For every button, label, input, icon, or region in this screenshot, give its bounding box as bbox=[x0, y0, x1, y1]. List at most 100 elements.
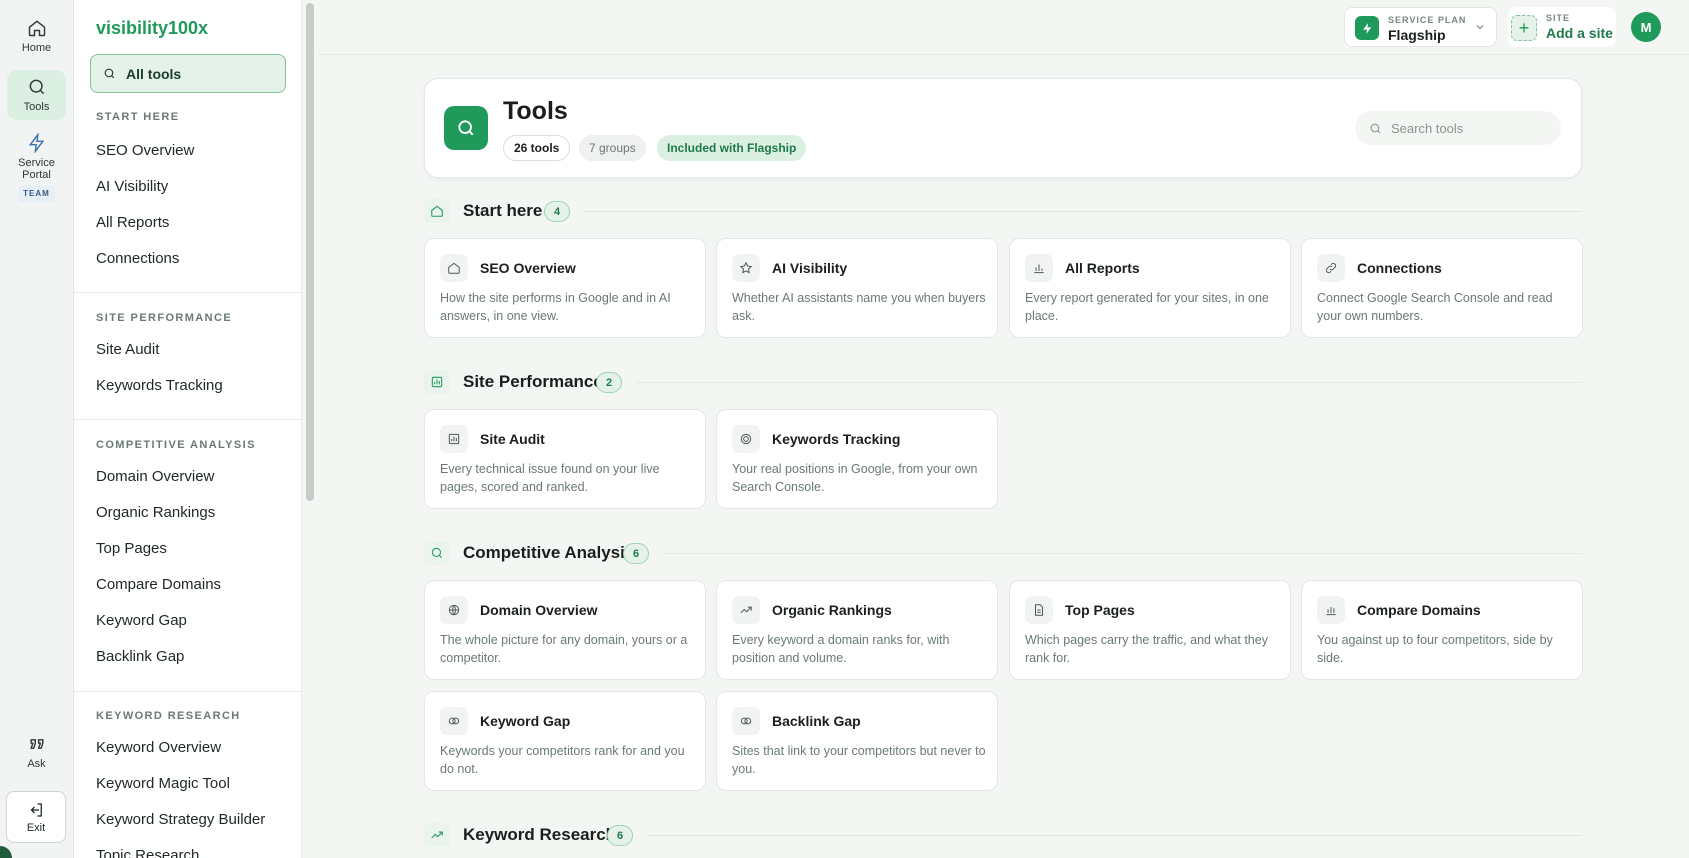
tools-count-chip: 26 tools bbox=[503, 135, 571, 161]
tool-card-top-pages[interactable]: Top Pages Which pages carry the traffic,… bbox=[1009, 580, 1291, 680]
sidebar-scrollbar-thumb[interactable] bbox=[306, 3, 314, 501]
search-icon bbox=[29, 79, 44, 95]
sidebar-item-ai-visibility[interactable]: AI Visibility bbox=[96, 178, 168, 195]
user-avatar[interactable]: M bbox=[1631, 12, 1661, 42]
sidebar-divider bbox=[74, 419, 301, 420]
sidebar-item-organic-rankings[interactable]: Organic Rankings bbox=[96, 504, 215, 521]
sidebar-item-all-reports[interactable]: All Reports bbox=[96, 214, 169, 231]
sidebar-item-top-pages[interactable]: Top Pages bbox=[96, 540, 167, 557]
tool-card-title: Keyword Gap bbox=[480, 713, 571, 729]
sidebar-item-keywords-tracking[interactable]: Keywords Tracking bbox=[96, 377, 223, 394]
sidebar-item-backlink-gap[interactable]: Backlink Gap bbox=[96, 648, 184, 665]
exit-label: Exit bbox=[26, 821, 46, 834]
rail-tools[interactable]: Tools bbox=[7, 70, 66, 120]
tool-card-domain-overview[interactable]: Domain Overview The whole picture for an… bbox=[424, 580, 706, 680]
brand-logo[interactable]: visibility100x bbox=[96, 18, 208, 39]
service-plan-selector[interactable]: SERVICE PLAN Flagship bbox=[1344, 7, 1497, 47]
sidebar-section-competitive-analysis: COMPETITIVE ANALYSIS bbox=[96, 439, 256, 451]
tool-card-site-audit[interactable]: Site Audit Every technical issue found o… bbox=[424, 409, 706, 509]
search-placeholder: Search tools bbox=[1391, 120, 1464, 136]
trend-icon bbox=[424, 823, 450, 847]
overlap-icon bbox=[440, 707, 468, 735]
sidebar-item-connections[interactable]: Connections bbox=[96, 250, 179, 267]
exit-icon bbox=[30, 802, 42, 817]
sidebar-divider bbox=[74, 691, 301, 692]
group-start-here: Start here 4 bbox=[424, 197, 1582, 225]
add-site-button[interactable]: + SITE Add a site bbox=[1508, 7, 1616, 47]
rail-service-label-2: Portal bbox=[22, 169, 51, 181]
sidebar-item-keyword-gap[interactable]: Keyword Gap bbox=[96, 612, 187, 629]
group-competitive-analysis: Competitive Analysis 6 bbox=[424, 539, 1582, 567]
tool-card-ai-visibility[interactable]: AI Visibility Whether AI assistants name… bbox=[716, 238, 998, 338]
tool-card-title: Backlink Gap bbox=[772, 713, 861, 729]
link-icon bbox=[1317, 254, 1345, 282]
tool-card-description: You against up to four competitors, side… bbox=[1317, 633, 1553, 665]
sidebar-item-seo-overview[interactable]: SEO Overview bbox=[96, 142, 194, 159]
group-divider bbox=[647, 835, 1582, 836]
tools-header-card: Tools 26 tools 7 groups Included with Fl… bbox=[424, 78, 1582, 178]
tool-card-description: Every technical issue found on your live… bbox=[440, 462, 660, 494]
group-count-badge: 6 bbox=[623, 543, 649, 564]
tool-card-description: How the site performs in Google and in A… bbox=[440, 291, 671, 323]
sidebar-item-keyword-magic-tool[interactable]: Keyword Magic Tool bbox=[96, 775, 230, 792]
tool-card-organic-rankings[interactable]: Organic Rankings Every keyword a domain … bbox=[716, 580, 998, 680]
search-icon bbox=[444, 106, 488, 150]
tool-card-backlink-gap[interactable]: Backlink Gap Sites that link to your com… bbox=[716, 691, 998, 791]
tool-card-keyword-gap[interactable]: Keyword Gap Keywords your competitors ra… bbox=[424, 691, 706, 791]
tool-card-title: Domain Overview bbox=[480, 602, 598, 618]
chevron-down-icon bbox=[1476, 25, 1484, 30]
sidebar-item-site-audit[interactable]: Site Audit bbox=[96, 341, 159, 358]
rail-service-portal[interactable]: Service Portal TEAM bbox=[7, 133, 66, 207]
tool-card-title: Keywords Tracking bbox=[772, 431, 901, 447]
rail-tools-label: Tools bbox=[23, 101, 50, 113]
group-title: Competitive Analysis bbox=[463, 543, 635, 562]
all-tools-button[interactable]: All tools bbox=[90, 54, 286, 93]
tool-card-title: Compare Domains bbox=[1357, 602, 1481, 618]
add-site-label: Add a site bbox=[1546, 25, 1613, 41]
compare-icon bbox=[1317, 596, 1345, 624]
tool-card-connections[interactable]: Connections Connect Google Search Consol… bbox=[1301, 238, 1583, 338]
tool-card-title: SEO Overview bbox=[480, 260, 576, 276]
group-site-performance: Site Performance 2 bbox=[424, 368, 1582, 396]
search-tools-input[interactable]: Search tools bbox=[1355, 111, 1561, 145]
overlap-icon bbox=[732, 707, 760, 735]
rail-ask-label: Ask bbox=[27, 758, 46, 770]
site-label: SITE bbox=[1546, 13, 1571, 23]
sidebar-section-start-here: START HERE bbox=[96, 111, 180, 123]
rail-ask[interactable]: Ask bbox=[7, 734, 66, 776]
team-badge: TEAM bbox=[18, 186, 55, 202]
globe-icon bbox=[440, 596, 468, 624]
sidebar-item-keyword-overview[interactable]: Keyword Overview bbox=[96, 739, 221, 756]
sidebar-item-domain-overview[interactable]: Domain Overview bbox=[96, 468, 214, 485]
tool-card-description: Sites that link to your competitors but … bbox=[732, 744, 986, 776]
group-title: Site Performance bbox=[463, 372, 603, 391]
home-icon bbox=[424, 199, 450, 223]
tools-sidebar: visibility100x All tools START HERE SEO … bbox=[74, 0, 302, 858]
bolt-icon bbox=[1355, 16, 1379, 40]
star-icon bbox=[732, 254, 760, 282]
target-icon bbox=[732, 425, 760, 453]
page-title: Tools bbox=[503, 97, 568, 125]
tool-card-description: The whole picture for any domain, yours … bbox=[440, 633, 688, 665]
audit-icon bbox=[440, 425, 468, 453]
tool-card-title: Site Audit bbox=[480, 431, 545, 447]
plus-icon: + bbox=[1511, 15, 1537, 41]
sidebar-item-compare-domains[interactable]: Compare Domains bbox=[96, 576, 221, 593]
sidebar-section-site-performance: SITE PERFORMANCE bbox=[96, 312, 233, 324]
tool-card-keywords-tracking[interactable]: Keywords Tracking Your real positions in… bbox=[716, 409, 998, 509]
tool-card-description: Every keyword a domain ranks for, with p… bbox=[732, 633, 950, 665]
exit-button[interactable]: Exit bbox=[6, 791, 66, 843]
sidebar-item-topic-research[interactable]: Topic Research bbox=[96, 847, 199, 858]
groups-count-chip: 7 groups bbox=[579, 135, 646, 161]
plan-included-chip: Included with Flagship bbox=[657, 135, 807, 161]
service-plan-label: SERVICE PLAN bbox=[1388, 15, 1467, 25]
tool-card-title: Organic Rankings bbox=[772, 602, 892, 618]
audit-icon bbox=[424, 370, 450, 394]
all-tools-label: All tools bbox=[126, 65, 182, 82]
tool-card-compare-domains[interactable]: Compare Domains You against up to four c… bbox=[1301, 580, 1583, 680]
sidebar-item-keyword-strategy-builder[interactable]: Keyword Strategy Builder bbox=[96, 811, 265, 828]
tool-card-seo-overview[interactable]: SEO Overview How the site performs in Go… bbox=[424, 238, 706, 338]
rail-home[interactable]: Home bbox=[7, 18, 66, 60]
corner-decoration bbox=[0, 846, 12, 858]
tool-card-all-reports[interactable]: All Reports Every report generated for y… bbox=[1009, 238, 1291, 338]
